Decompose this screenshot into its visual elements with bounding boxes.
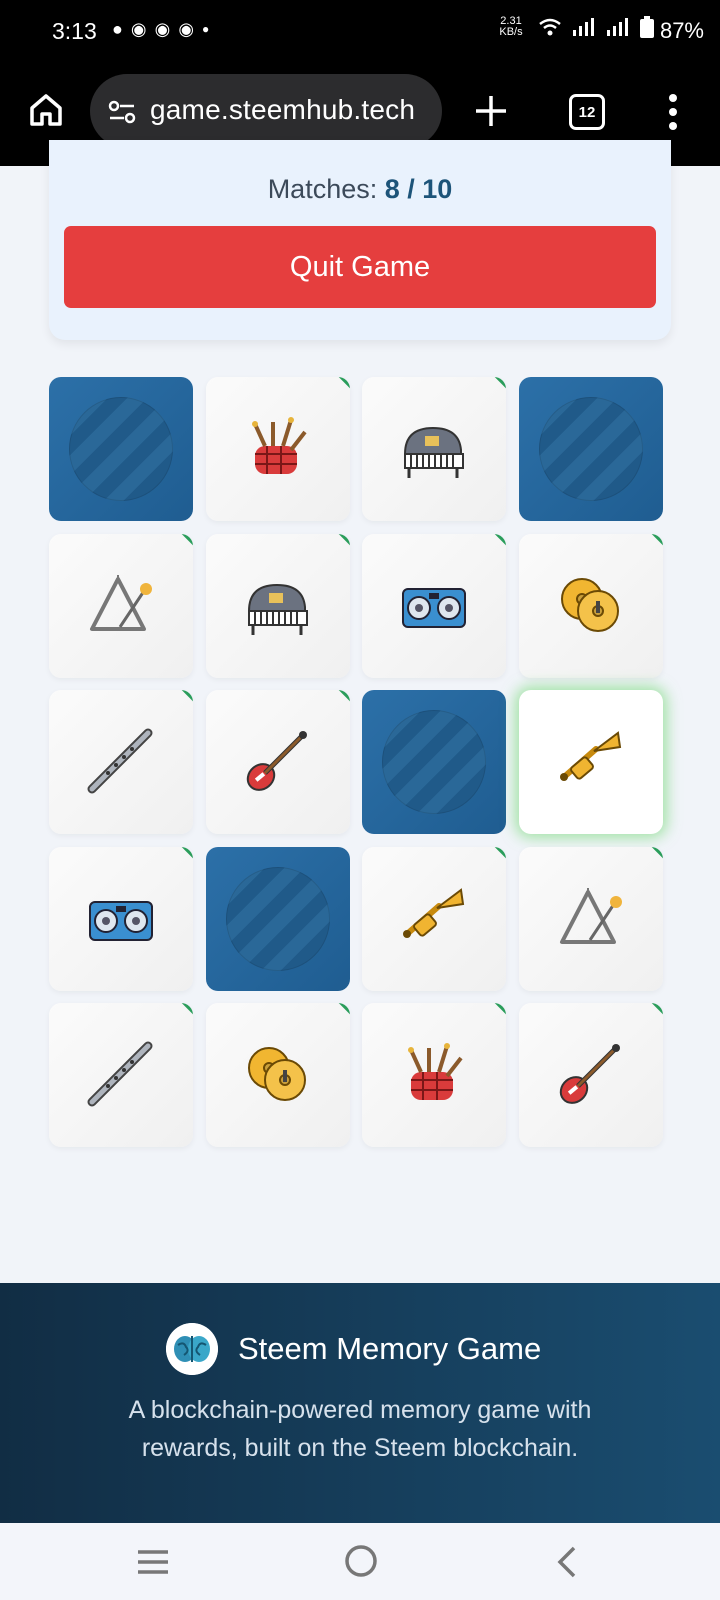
quit-game-button[interactable]: Quit Game <box>64 226 656 308</box>
trumpet-icon <box>403 887 465 938</box>
memory-card[interactable] <box>205 846 350 991</box>
status-time: 3:13 <box>52 18 97 44</box>
matches-counter: Matches: 8 / 10 <box>0 174 720 205</box>
status-bar: 3:13 ● ◉ ◉ ◉ ● 2.31 KB/s 87% <box>0 0 720 64</box>
memory-card <box>362 377 506 521</box>
system-navigation-bar <box>0 1523 720 1600</box>
guitar-icon <box>246 731 307 791</box>
notification-icons: ● ◉ ◉ ◉ ● <box>112 18 209 40</box>
new-tab-icon[interactable] <box>472 92 510 130</box>
memory-card <box>49 846 193 991</box>
battery-icon <box>640 16 654 38</box>
piano-icon <box>404 426 464 478</box>
piano-icon <box>247 583 308 635</box>
brain-logo-icon <box>166 1323 218 1375</box>
cymbals-icon <box>247 1047 306 1101</box>
matches-label: Matches: <box>267 174 378 204</box>
site-settings-icon[interactable] <box>106 96 138 128</box>
tab-switcher-button[interactable]: 12 <box>569 94 605 130</box>
memory-card <box>518 533 663 678</box>
memory-card <box>205 377 350 521</box>
discord-icon: ◉ <box>178 19 195 39</box>
discord-icon: ◉ <box>130 19 147 39</box>
address-bar[interactable]: game.steemhub.tech <box>90 74 442 148</box>
cymbals-icon <box>560 577 619 632</box>
trumpet-icon <box>559 731 621 781</box>
signal-icon <box>573 18 594 36</box>
footer-title: Steem Memory Game <box>238 1331 542 1366</box>
signal-icon <box>607 18 628 36</box>
triangle-icon <box>90 574 152 631</box>
home-icon[interactable] <box>26 90 66 130</box>
card-back-pattern <box>225 866 330 971</box>
memory-card <box>49 690 193 834</box>
status-right: 2.31 KB/s <box>494 16 654 38</box>
boombox-icon <box>89 900 153 941</box>
memory-card <box>362 846 506 991</box>
card-back-pattern <box>538 397 643 501</box>
bagpipes-icon <box>408 1043 463 1100</box>
memory-card <box>362 1003 506 1147</box>
battery-level: 87% <box>659 18 704 43</box>
chat-bubble-icon: ● <box>112 19 123 39</box>
flute-icon <box>87 1041 153 1107</box>
home-circle-icon[interactable] <box>344 1544 378 1578</box>
back-icon[interactable] <box>556 1545 578 1579</box>
memory-card <box>49 533 193 678</box>
memory-card[interactable] <box>49 377 193 521</box>
network-speed-unit: KB/s <box>499 26 523 38</box>
flute-icon <box>87 728 153 794</box>
matches-value: 8 / 10 <box>384 174 453 204</box>
memory-board <box>49 377 672 1157</box>
memory-card <box>362 533 506 678</box>
memory-card[interactable] <box>518 690 663 834</box>
more-options-icon[interactable] <box>668 92 678 132</box>
card-back-pattern <box>382 710 486 814</box>
memory-card <box>205 1003 350 1147</box>
wifi-icon <box>539 18 561 36</box>
more-dot-icon: ● <box>202 22 210 36</box>
memory-card[interactable] <box>362 690 506 834</box>
card-back-pattern <box>69 397 173 501</box>
guitar-icon <box>559 1044 620 1104</box>
network-speed: 2.31 KB/s <box>494 16 528 38</box>
memory-card <box>205 690 350 834</box>
site-footer: Steem Memory Game A blockchain-powered m… <box>0 1283 720 1523</box>
memory-card[interactable] <box>518 377 663 521</box>
memory-card <box>518 846 663 991</box>
triangle-icon <box>559 887 622 944</box>
footer-description: A blockchain-powered memory game with re… <box>128 1396 592 1462</box>
memory-card <box>205 533 350 678</box>
memory-card <box>518 1003 663 1147</box>
url-text[interactable]: game.steemhub.tech <box>150 94 435 126</box>
discord-icon: ◉ <box>154 19 171 39</box>
boombox-icon <box>402 587 466 628</box>
recent-apps-icon[interactable] <box>136 1549 170 1575</box>
bagpipes-icon <box>251 417 307 474</box>
memory-card <box>49 1003 193 1147</box>
